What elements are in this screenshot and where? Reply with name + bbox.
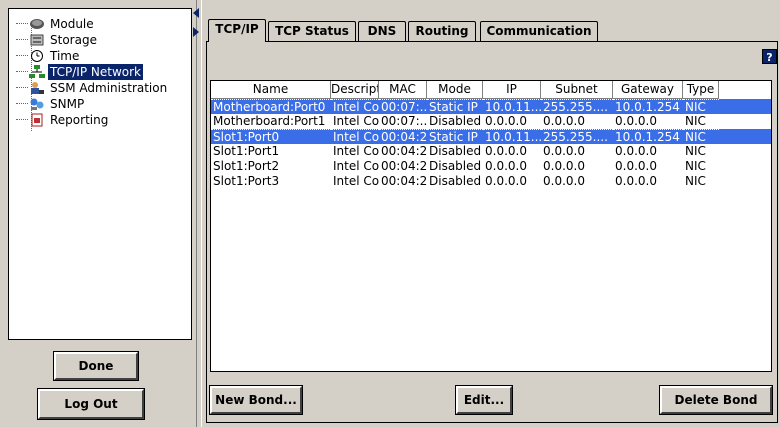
table-row[interactable]: Motherboard:Port0Intel Co...00:07:...Sta… — [211, 99, 771, 114]
storage-icon — [29, 33, 45, 47]
cell-name: Slot1:Port2 — [213, 159, 280, 173]
column-header-gateway[interactable]: Gateway — [613, 81, 683, 99]
tab-communication[interactable]: Communication — [480, 21, 598, 41]
column-header-subnet[interactable]: Subnet — [541, 81, 613, 99]
table-row[interactable]: Slot1:Port2 Intel Co...00:04:2...Disabled… — [211, 159, 771, 174]
table-row[interactable]: Slot1:Port3 Intel Co...00:04:2...Disabled… — [211, 174, 771, 189]
cell-subnet: 0.0.0.0 — [543, 144, 585, 158]
snmp-icon — [29, 97, 45, 111]
cell-type: NIC — [685, 159, 706, 173]
cell-mac: 00:04:2... — [381, 159, 427, 173]
column-header-mode[interactable]: Mode — [427, 81, 483, 99]
cell-type: NIC — [685, 174, 706, 188]
done-button[interactable]: Done — [54, 352, 138, 380]
cell-gateway: 10.0.1.254 — [613, 129, 683, 144]
tab-tcp-status[interactable]: TCP Status — [268, 21, 356, 41]
cell-subnet: 255.255.... — [541, 129, 613, 144]
cell-mode: Disabled — [429, 144, 482, 158]
cell-name: Slot1:Port0 — [211, 129, 331, 144]
navigation-tree: Module Storage Time TCP/IP Network SSM A… — [8, 8, 192, 340]
tree-item-reporting[interactable]: Reporting — [16, 111, 110, 127]
new-bond-button[interactable]: New Bond... — [210, 386, 302, 414]
cell-subnet: 0.0.0.0 — [543, 159, 585, 173]
cell-description: Intel Co... — [331, 99, 379, 114]
cell-gateway: 0.0.0.0 — [615, 114, 657, 128]
cell-type: NIC — [683, 129, 719, 144]
cell-mac: 00:04:2... — [381, 174, 427, 188]
cell-gateway: 10.0.1.254 — [613, 99, 683, 114]
cell-ip: 10.0.11... — [483, 99, 541, 114]
cell-ip: 10.0.11... — [483, 129, 541, 144]
content-panel: TCP/IP TCP Status DNS Routing Communicat… — [202, 0, 780, 427]
delete-bond-button[interactable]: Delete Bond — [660, 386, 772, 414]
tab-tcpip[interactable]: TCP/IP — [208, 19, 266, 42]
tree-item-time[interactable]: Time — [16, 47, 81, 63]
cell-mode: Disabled — [429, 114, 482, 128]
cell-ip: 0.0.0.0 — [485, 159, 527, 173]
cell-mac: 00:04:2... — [381, 144, 427, 158]
tree-item-storage[interactable]: Storage — [16, 31, 99, 47]
column-header-ip[interactable]: IP — [483, 81, 541, 99]
module-icon — [29, 17, 45, 31]
cell-description: Intel Co... — [333, 144, 379, 158]
tree-item-ssm-administration[interactable]: SSM Administration — [16, 79, 169, 95]
network-icon — [29, 64, 45, 79]
cell-mode: Disabled — [429, 159, 482, 173]
help-icon[interactable]: ? — [762, 49, 777, 64]
cell-description: Intel Co... — [333, 114, 379, 128]
tree-item-tcpip-network[interactable]: TCP/IP Network — [16, 63, 143, 80]
clock-icon — [29, 49, 45, 63]
collapse-left-arrow-icon[interactable] — [193, 8, 199, 18]
column-header-name[interactable]: Name — [211, 81, 331, 99]
cell-gateway: 0.0.0.0 — [615, 144, 657, 158]
cell-subnet: 0.0.0.0 — [543, 174, 585, 188]
navigation-panel: Module Storage Time TCP/IP Network SSM A… — [0, 0, 196, 427]
cell-name: Motherboard:Port0 — [211, 99, 331, 114]
cell-description: Intel Co... — [333, 159, 379, 173]
cell-mode: Static IP — [427, 129, 483, 144]
cell-gateway: 0.0.0.0 — [615, 159, 657, 173]
cell-type: NIC — [685, 144, 706, 158]
user-admin-icon — [29, 81, 45, 95]
cell-ip: 0.0.0.0 — [485, 114, 527, 128]
cell-type: NIC — [685, 114, 706, 128]
cell-name: Slot1:Port1 — [213, 144, 280, 158]
cell-subnet: 255.255.... — [541, 99, 613, 114]
table-row[interactable]: Motherboard:Port1 Intel Co...00:07:...Dis… — [211, 114, 771, 129]
table-row[interactable]: Slot1:Port1 Intel Co...00:04:2...Disabled… — [211, 144, 771, 159]
table-row[interactable]: Slot1:Port0Intel Co...00:04:2...Static I… — [211, 129, 771, 144]
cell-name: Slot1:Port3 — [213, 174, 280, 188]
cell-type: NIC — [683, 99, 719, 114]
column-header-type[interactable]: Type — [683, 81, 719, 99]
cell-description: Intel Co... — [333, 174, 379, 188]
column-header-description[interactable]: Descript... — [331, 81, 379, 99]
column-header-mac[interactable]: MAC — [379, 81, 427, 99]
cell-mode: Disabled — [429, 174, 482, 188]
tree-item-snmp[interactable]: SNMP — [16, 95, 86, 111]
expand-right-arrow-icon[interactable] — [193, 27, 199, 37]
edit-button[interactable]: Edit... — [456, 386, 512, 414]
report-icon — [29, 113, 45, 127]
cell-ip: 0.0.0.0 — [485, 174, 527, 188]
cell-gateway: 0.0.0.0 — [615, 174, 657, 188]
cell-description: Intel Co... — [331, 129, 379, 144]
tree-item-module[interactable]: Module — [16, 15, 96, 31]
tab-routing[interactable]: Routing — [408, 21, 476, 41]
cell-mac: 00:07:... — [379, 99, 427, 114]
cell-ip: 0.0.0.0 — [485, 144, 527, 158]
cell-subnet: 0.0.0.0 — [543, 114, 585, 128]
cell-name: Motherboard:Port1 — [213, 114, 326, 128]
cell-mac: 00:07:... — [381, 114, 427, 128]
cell-mode: Static IP — [427, 99, 483, 114]
tab-dns[interactable]: DNS — [358, 21, 406, 41]
cell-mac: 00:04:2... — [379, 129, 427, 144]
log-out-button[interactable]: Log Out — [38, 389, 144, 419]
interfaces-table: Name Descript... MAC Mode IP Subnet Gate… — [210, 80, 772, 372]
